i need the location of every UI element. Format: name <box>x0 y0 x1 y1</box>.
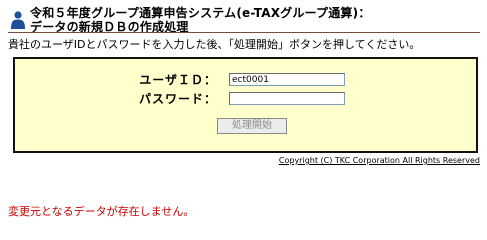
password-label: パスワード： <box>138 92 217 106</box>
copyright-link[interactable]: Copyright (C) TKC Corporation All Rights… <box>279 156 480 165</box>
start-process-button[interactable]: 処理開始 <box>217 118 287 134</box>
error-message: 変更元となるデータが存在しません。 <box>8 205 195 218</box>
header: 令和５年度グループ通算申告システム(e-TAXグループ通算)： データの新規ＤＢ… <box>8 4 480 34</box>
password-input[interactable] <box>229 92 345 105</box>
user-id-label: ユーザＩＤ： <box>139 73 217 87</box>
header-divider <box>8 32 480 33</box>
login-panel: ユーザＩＤ： パスワード： 処理開始 <box>13 57 478 153</box>
user-id-input[interactable] <box>229 73 345 86</box>
instruction-text: 貴社のユーザIDとパスワードを入力した後、「処理開始」ボタンを押してください。 <box>8 38 421 51</box>
person-icon <box>10 10 26 30</box>
